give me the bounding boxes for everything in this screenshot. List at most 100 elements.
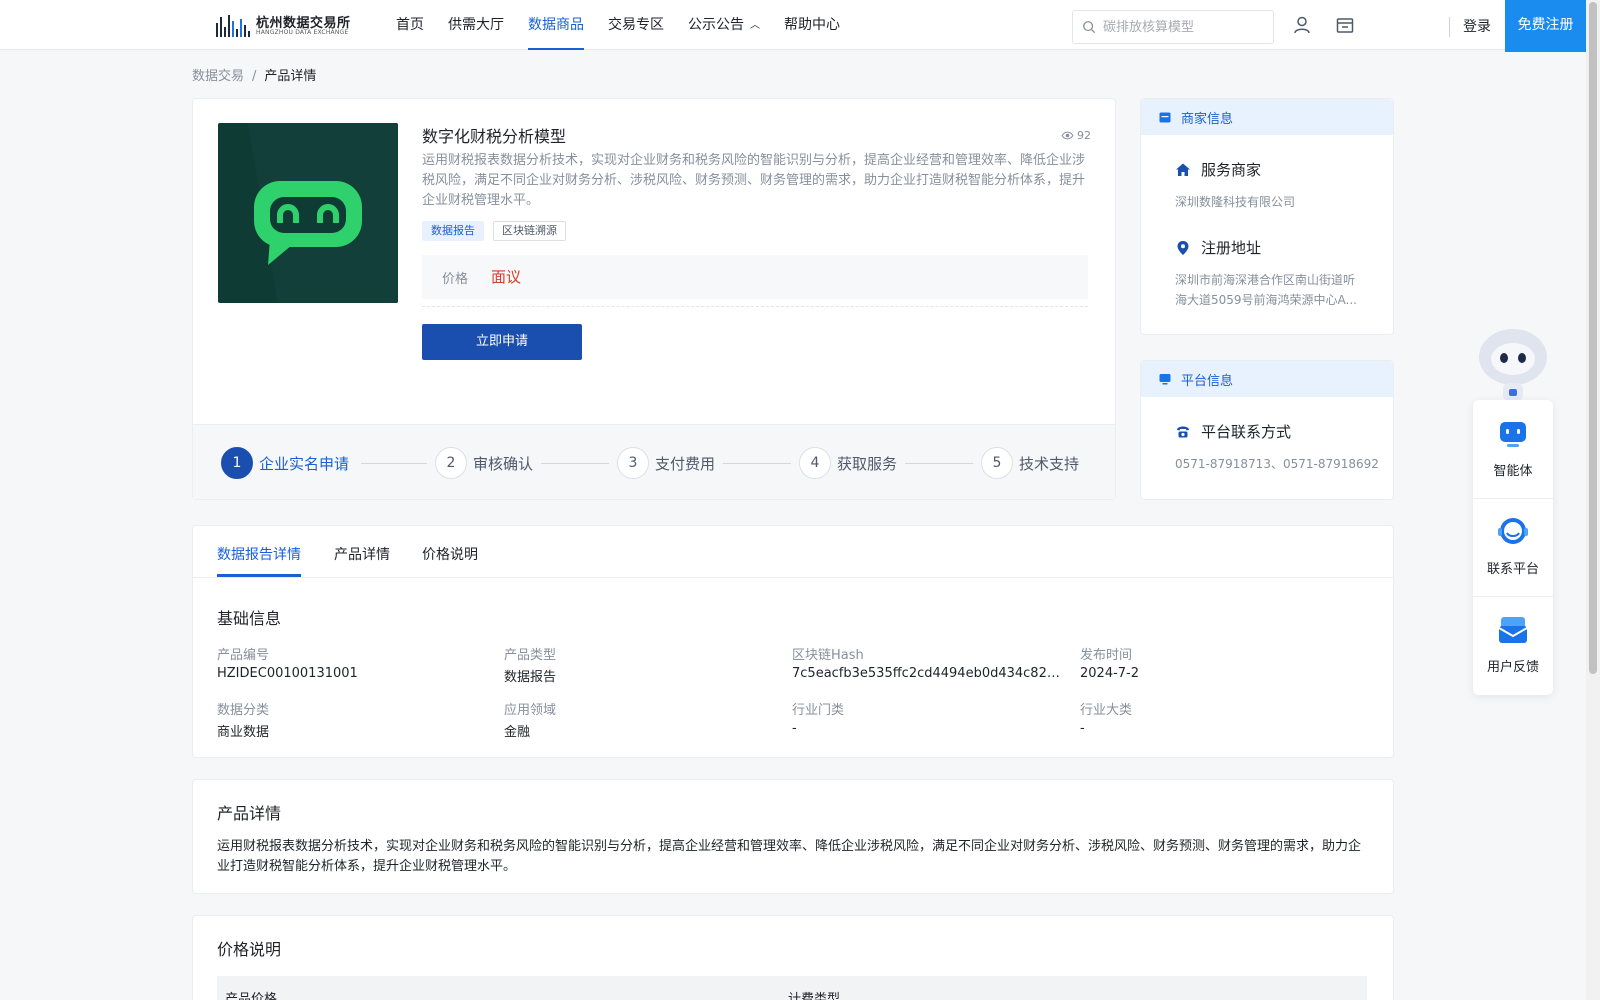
step-connector <box>361 463 427 464</box>
nav-item-home[interactable]: 首页 <box>396 0 424 50</box>
monitor-icon <box>1159 374 1171 385</box>
data-category-value: 商业数据 <box>217 725 270 740</box>
logo-mark-icon <box>216 13 252 37</box>
tab-bar: 数据报告详情 产品详情 价格说明 <box>193 526 1393 578</box>
info-tabs-card: 数据报告详情 产品详情 价格说明 基础信息 产品编号 HZIDEC0010013… <box>192 525 1394 758</box>
float-item-agent[interactable]: 智能体 <box>1473 400 1553 497</box>
assistant-robot-avatar[interactable] <box>1473 325 1553 401</box>
main-nav: 首页 供需大厅 数据商品 交易专区 公示公告 ︿ 帮助中心 <box>396 0 864 50</box>
merchant-info-header: 商家信息 <box>1141 99 1393 135</box>
headset-icon <box>1498 518 1528 544</box>
step-number: 1 <box>221 447 253 479</box>
industry-sector-value: - <box>792 721 797 736</box>
info-label: 区块链Hash <box>792 648 864 663</box>
merchant-info-title: 商家信息 <box>1181 112 1234 127</box>
view-count-value: 92 <box>1077 129 1091 142</box>
step-connector <box>723 463 791 464</box>
logo-text-en: HANGZHOU DATA EXCHANGE <box>256 29 349 36</box>
login-link[interactable]: 登录 <box>1463 16 1491 36</box>
step-5: 5 技术支持 <box>981 447 1079 479</box>
register-button[interactable]: 免费注册 <box>1505 0 1586 52</box>
float-item-contact[interactable]: 联系平台 <box>1473 498 1553 595</box>
search-icon <box>1083 21 1096 34</box>
col-billing-type: 计费类型 <box>788 992 841 1000</box>
tab-price-description[interactable]: 价格说明 <box>422 544 478 564</box>
nav-item-trade-zone[interactable]: 交易专区 <box>608 0 664 50</box>
tag-blockchain: 区块链溯源 <box>493 221 566 241</box>
pricing-table-header: 产品价格 计费类型 <box>217 976 1367 1000</box>
info-label: 应用领域 <box>504 703 557 718</box>
step-3: 3 支付费用 <box>617 447 715 479</box>
location-pin-icon <box>1177 240 1189 255</box>
search-input[interactable] <box>1103 11 1269 43</box>
floating-help-panel: 智能体 联系平台 用户反馈 <box>1473 400 1553 695</box>
site-logo[interactable]: 杭州数据交易所 HANGZHOU DATA EXCHANGE <box>216 11 356 39</box>
home-icon <box>1176 163 1190 176</box>
step-label: 审核确认 <box>473 454 534 473</box>
breadcrumb-root[interactable]: 数据交易 <box>192 69 244 84</box>
float-item-agent-label: 智能体 <box>1493 464 1533 479</box>
step-2: 2 审核确认 <box>435 447 533 479</box>
product-detail-card: 产品详情 运用财税报表数据分析技术，实现对企业财务和税务风险的智能识别与分析，提… <box>192 779 1394 894</box>
shop-icon[interactable] <box>1335 15 1355 35</box>
float-item-contact-label: 联系平台 <box>1486 562 1539 577</box>
nav-item-help[interactable]: 帮助中心 <box>784 0 840 50</box>
tag-data-report: 数据报告 <box>422 221 484 241</box>
page-scrollbar[interactable] <box>1586 0 1600 1000</box>
info-label: 数据分类 <box>217 703 270 718</box>
nav-item-market[interactable]: 供需大厅 <box>448 0 504 50</box>
price-value: 面议 <box>491 268 522 286</box>
service-merchant-label: 服务商家 <box>1201 161 1262 179</box>
platform-info-card: 平台信息 平台联系方式 0571-87918713、0571-87918692 <box>1140 360 1394 500</box>
industry-class-value: - <box>1080 721 1085 736</box>
step-label: 企业实名申请 <box>259 454 350 473</box>
service-merchant-value: 深圳数隆科技有限公司 <box>1175 195 1296 209</box>
float-item-feedback-label: 用户反馈 <box>1486 660 1539 675</box>
product-tags: 数据报告 区块链溯源 <box>422 221 575 241</box>
apply-now-button[interactable]: 立即申请 <box>422 324 582 360</box>
tab-data-report-detail[interactable]: 数据报告详情 <box>217 544 301 577</box>
process-steps: 1 企业实名申请 2 审核确认 3 支付费用 4 获取服务 5 技术支持 <box>193 424 1115 499</box>
feedback-icon <box>1498 617 1528 643</box>
step-4: 4 获取服务 <box>799 447 897 479</box>
price-box: 价格 面议 <box>422 255 1088 299</box>
blockchain-hash-value: 7c5eacfb3e535ffc2cd4494eb0d434c82c0… <box>792 666 1064 681</box>
scrollbar-thumb[interactable] <box>1589 2 1597 674</box>
registered-address-label: 注册地址 <box>1201 239 1262 257</box>
divider <box>422 306 1088 307</box>
basic-info-title: 基础信息 <box>217 609 282 628</box>
info-label: 产品类型 <box>504 648 557 663</box>
step-number: 3 <box>617 447 649 479</box>
application-field-value: 金融 <box>504 725 531 740</box>
merchant-info-card: 商家信息 服务商家 深圳数隆科技有限公司 注册地址 深圳市前海深港合作区南山街道… <box>1140 98 1394 335</box>
user-icon[interactable] <box>1292 15 1312 35</box>
platform-contact-label: 平台联系方式 <box>1201 423 1292 441</box>
info-label: 行业门类 <box>792 703 845 718</box>
tab-product-detail[interactable]: 产品详情 <box>334 544 390 564</box>
price-label: 价格 <box>442 272 469 287</box>
nav-item-announcements-label: 公示公告 <box>688 17 744 33</box>
step-connector <box>905 463 973 464</box>
eye-icon <box>1061 131 1074 140</box>
platform-info-header: 平台信息 <box>1141 361 1393 397</box>
step-label: 获取服务 <box>837 454 898 473</box>
nav-item-data-products[interactable]: 数据商品 <box>528 0 584 50</box>
info-label: 产品编号 <box>217 648 270 663</box>
breadcrumb-separator: / <box>252 69 257 84</box>
product-card: 数字化财税分析模型 92 运用财税报表数据分析技术，实现对企业财务和税务风险的智… <box>192 98 1116 500</box>
product-code-value: HZIDEC00100131001 <box>217 666 358 681</box>
step-number: 5 <box>981 447 1013 479</box>
product-title: 数字化财税分析模型 <box>422 127 567 146</box>
product-description: 运用财税报表数据分析技术，实现对企业财务和税务风险的智能识别与分析，提高企业经营… <box>422 153 1086 208</box>
float-item-feedback[interactable]: 用户反馈 <box>1473 596 1553 693</box>
robot-icon <box>1500 422 1526 447</box>
col-product-price: 产品价格 <box>225 992 278 1000</box>
service-merchant-row: 服务商家 <box>1175 159 1261 180</box>
product-type-value: 数据报告 <box>504 670 557 685</box>
pricing-card: 价格说明 产品价格 计费类型 <box>192 915 1394 1000</box>
registered-address-value: 深圳市前海深港合作区南山街道听海大道5059号前海鸿荣源中心A... <box>1175 273 1357 307</box>
chat-robot-icon <box>248 123 398 303</box>
step-label: 支付费用 <box>655 454 716 473</box>
calendar-icon <box>1159 112 1171 123</box>
nav-item-announcements[interactable]: 公示公告 ︿ <box>688 0 760 50</box>
